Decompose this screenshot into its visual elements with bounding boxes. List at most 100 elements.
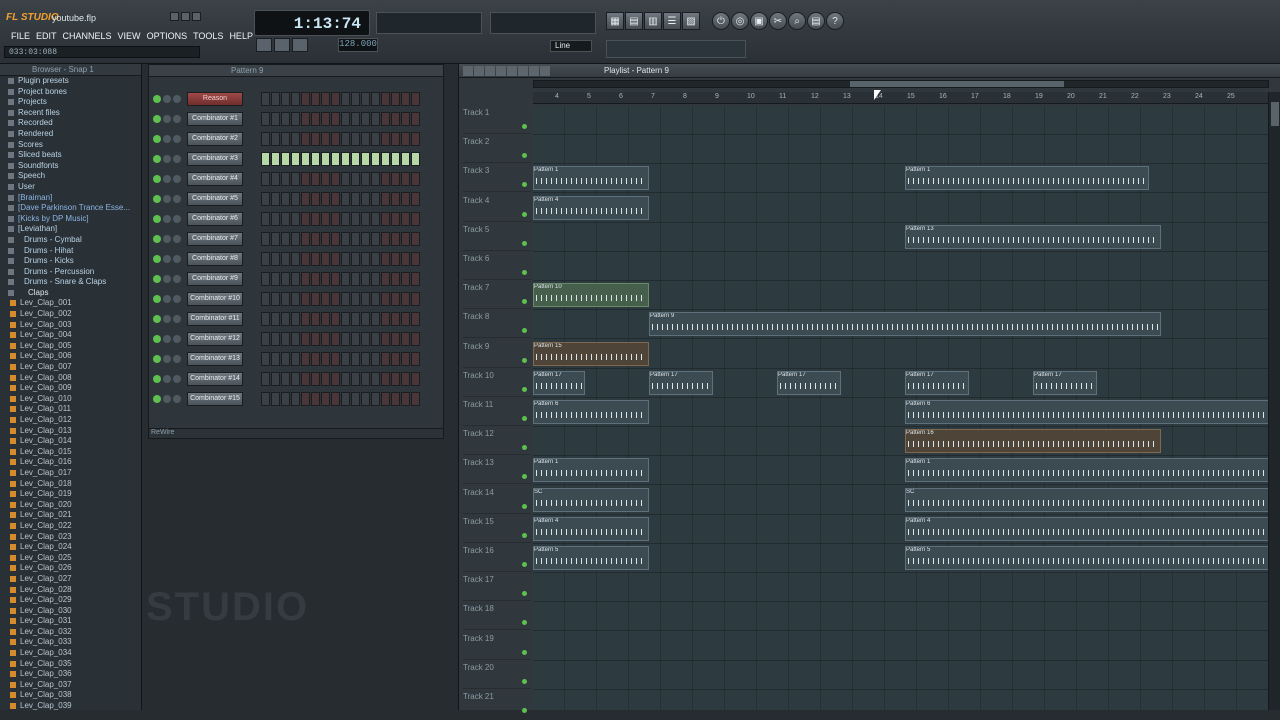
vertical-scroll-thumb[interactable] <box>1271 102 1279 126</box>
step-button[interactable] <box>401 252 410 266</box>
scroll-thumb[interactable] <box>850 81 1064 87</box>
step-button[interactable] <box>401 292 410 306</box>
step-button[interactable] <box>391 312 400 326</box>
step-button[interactable] <box>371 172 380 186</box>
step-button[interactable] <box>261 292 270 306</box>
pattern-clip[interactable]: Pattern 5 <box>905 546 1269 570</box>
mixer-icon[interactable]: ▨ <box>682 12 700 30</box>
step-button[interactable] <box>391 112 400 126</box>
browser-file-item[interactable]: Lev_Clap_008 <box>0 373 141 384</box>
browser-file-item[interactable]: Lev_Clap_016 <box>0 457 141 468</box>
step-button[interactable] <box>261 352 270 366</box>
pattern-clip[interactable]: Pattern 5 <box>533 546 649 570</box>
step-button[interactable] <box>411 272 420 286</box>
pan-knob-icon[interactable] <box>163 355 171 363</box>
step-button[interactable] <box>401 132 410 146</box>
browser-icon[interactable]: ☰ <box>663 12 681 30</box>
step-button[interactable] <box>271 252 280 266</box>
track-mute-icon[interactable] <box>522 182 527 188</box>
step-button[interactable] <box>391 372 400 386</box>
step-button[interactable] <box>391 92 400 106</box>
track-label[interactable]: Track 7 <box>463 281 531 310</box>
step-button[interactable] <box>401 312 410 326</box>
pan-knob-icon[interactable] <box>163 155 171 163</box>
step-button[interactable] <box>281 292 290 306</box>
step-button[interactable] <box>361 192 370 206</box>
pan-knob-icon[interactable] <box>163 335 171 343</box>
step-button[interactable] <box>411 192 420 206</box>
browser-folder-item[interactable]: Plugin presets <box>0 76 141 87</box>
menu-help[interactable]: HELP <box>226 31 256 41</box>
step-button[interactable] <box>381 172 390 186</box>
record-button[interactable] <box>292 38 308 52</box>
mute-led-icon[interactable] <box>153 115 161 123</box>
track-lane[interactable] <box>533 690 1269 719</box>
step-button[interactable] <box>311 232 320 246</box>
browser-folder-item[interactable]: Sliced beats <box>0 150 141 161</box>
volume-knob-icon[interactable] <box>173 135 181 143</box>
track-label[interactable]: Track 5 <box>463 223 531 251</box>
track-label[interactable]: Track 19 <box>463 632 531 660</box>
tempo-display[interactable]: 128.000 <box>338 38 378 52</box>
volume-knob-icon[interactable] <box>173 195 181 203</box>
browser-file-item[interactable]: Lev_Clap_037 <box>0 680 141 691</box>
browser-file-item[interactable]: Lev_Clap_004 <box>0 330 141 341</box>
track-label[interactable]: Track 17 <box>463 573 531 602</box>
volume-knob-icon[interactable] <box>173 395 181 403</box>
step-button[interactable] <box>271 332 280 346</box>
menu-edit[interactable]: EDIT <box>33 31 60 41</box>
step-button[interactable] <box>331 172 340 186</box>
track-label[interactable]: Track 12 <box>463 427 531 456</box>
mute-led-icon[interactable] <box>153 215 161 223</box>
step-button[interactable] <box>271 212 280 226</box>
pattern-clip[interactable]: Pattern 6 <box>533 400 649 424</box>
track-mute-icon[interactable] <box>522 124 527 129</box>
step-button[interactable] <box>321 152 330 166</box>
track-lane[interactable] <box>533 369 1269 398</box>
step-button[interactable] <box>331 112 340 126</box>
menu-view[interactable]: VIEW <box>115 31 144 41</box>
step-buttons[interactable] <box>261 392 420 406</box>
step-button[interactable] <box>351 392 360 406</box>
step-button[interactable] <box>401 172 410 186</box>
step-button[interactable] <box>321 392 330 406</box>
step-button[interactable] <box>301 212 310 226</box>
mute-led-icon[interactable] <box>153 295 161 303</box>
delete-tool-icon[interactable] <box>485 66 495 76</box>
step-button[interactable] <box>321 112 330 126</box>
step-button[interactable] <box>361 292 370 306</box>
step-button[interactable] <box>361 232 370 246</box>
step-button[interactable] <box>331 152 340 166</box>
step-button[interactable] <box>331 332 340 346</box>
step-button[interactable] <box>351 372 360 386</box>
step-button[interactable] <box>381 152 390 166</box>
step-button[interactable] <box>371 212 380 226</box>
step-buttons[interactable] <box>261 352 420 366</box>
step-button[interactable] <box>371 312 380 326</box>
step-button[interactable] <box>351 352 360 366</box>
step-button[interactable] <box>371 112 380 126</box>
browser-folder-item[interactable]: [Kicks by DP Music] <box>0 214 141 225</box>
step-button[interactable] <box>311 92 320 106</box>
pattern-clip[interactable]: Pattern 17 <box>533 370 585 395</box>
step-button[interactable] <box>321 232 330 246</box>
track-lane[interactable] <box>533 602 1269 632</box>
track-mute-icon[interactable] <box>522 503 527 509</box>
step-button[interactable] <box>351 172 360 186</box>
step-button[interactable] <box>261 312 270 326</box>
step-button[interactable] <box>311 372 320 386</box>
step-button[interactable] <box>331 132 340 146</box>
step-buttons[interactable] <box>261 132 420 146</box>
browser-file-item[interactable]: Lev_Clap_002 <box>0 309 141 320</box>
step-button[interactable] <box>351 132 360 146</box>
track-mute-icon[interactable] <box>522 532 527 538</box>
track-lane[interactable] <box>533 135 1269 165</box>
step-buttons[interactable] <box>261 92 420 106</box>
step-button[interactable] <box>291 92 300 106</box>
step-button[interactable] <box>391 272 400 286</box>
track-label[interactable]: Track 16 <box>463 544 531 572</box>
step-buttons[interactable] <box>261 272 420 286</box>
mute-tool-icon[interactable] <box>496 66 506 76</box>
paint-tool-icon[interactable] <box>474 66 484 76</box>
browser-file-item[interactable]: Lev_Clap_013 <box>0 426 141 437</box>
